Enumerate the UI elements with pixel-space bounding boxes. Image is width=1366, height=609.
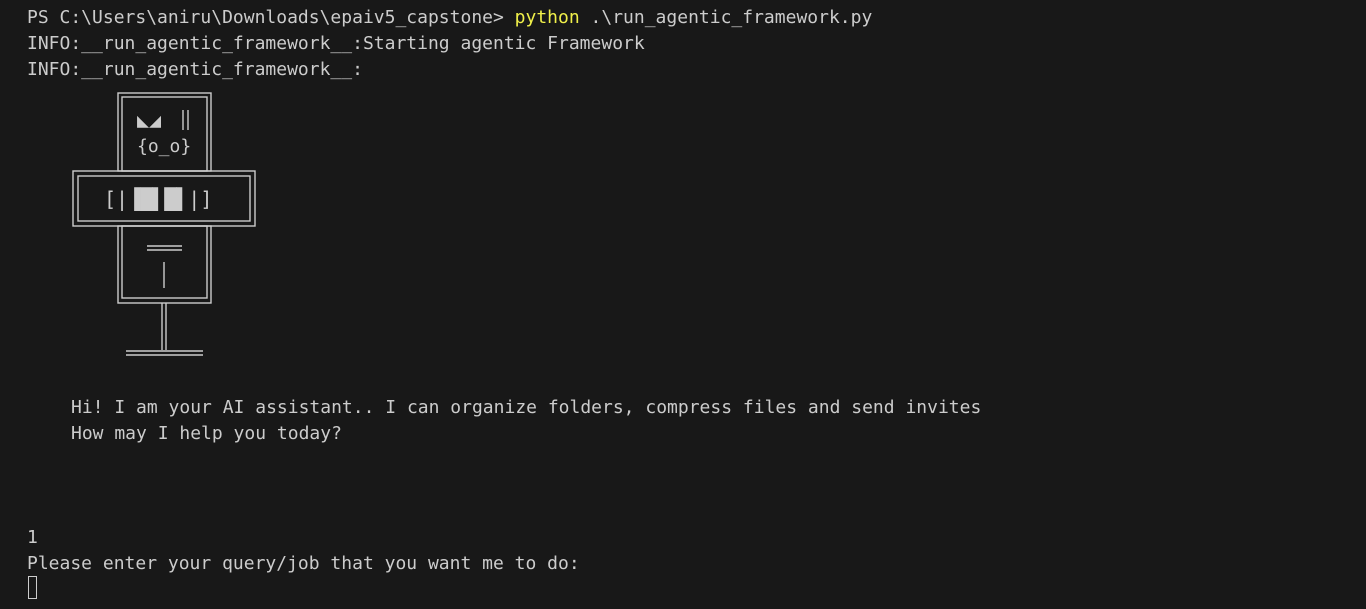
text-cursor[interactable] [28, 576, 37, 599]
greeting-line-2: How may I help you today? [71, 423, 342, 444]
robot-chest-pattern: [|▐█▌█▌|] [104, 187, 213, 211]
robot-ascii-art [72, 92, 256, 356]
terminal-window[interactable]: PS C:\Users\aniru\Downloads\epaiv5_capst… [0, 0, 1366, 609]
robot-head-outer [117, 92, 212, 172]
command-name: python [514, 7, 580, 28]
greeting-line-1: Hi! I am your AI assistant.. I can organ… [71, 397, 982, 418]
robot-face: {o_o} [137, 136, 192, 157]
query-prompt: Please enter your query/job that you wan… [27, 553, 580, 574]
robot-eyes: ◣◢ [137, 108, 162, 132]
command-args: .\run_agentic_framework.py [579, 7, 873, 28]
robot-head-inner [121, 96, 208, 172]
counter-output: 1 [27, 527, 38, 548]
